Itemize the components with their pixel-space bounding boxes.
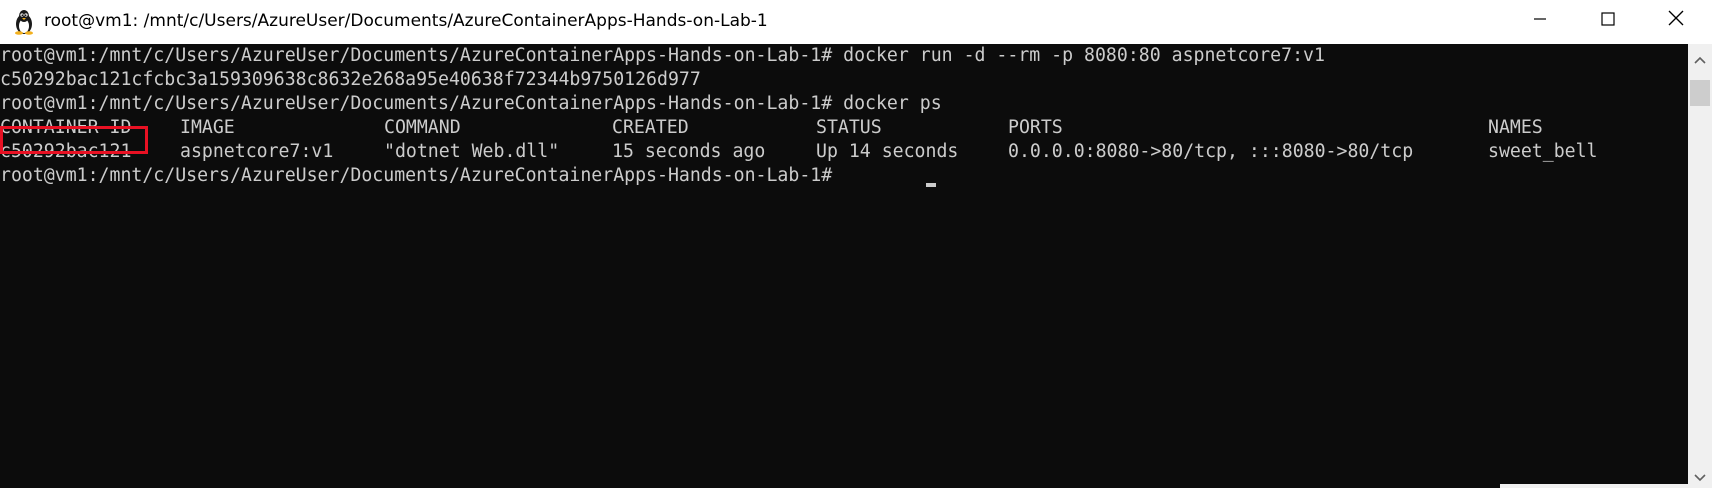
- ps-header-command: COMMAND: [384, 117, 461, 138]
- vertical-scrollbar[interactable]: [1688, 44, 1712, 488]
- window-title: root@vm1: /mnt/c/Users/AzureUser/Documen…: [44, 11, 768, 31]
- title-bar: root@vm1: /mnt/c/Users/AzureUser/Documen…: [0, 0, 1712, 44]
- terminal-line-docker-ps: root@vm1:/mnt/c/Users/AzureUser/Document…: [0, 93, 942, 114]
- terminal-cursor: [926, 183, 936, 187]
- minimize-icon: [1533, 11, 1547, 30]
- ps-cell-names: sweet_bell: [1488, 141, 1598, 162]
- maximize-button[interactable]: [1574, 0, 1642, 40]
- scroll-up-button[interactable]: [1688, 46, 1712, 70]
- ps-cell-command: "dotnet Web.dll": [384, 141, 560, 162]
- terminal-line-docker-run: root@vm1:/mnt/c/Users/AzureUser/Document…: [0, 45, 1325, 66]
- scrollbar-thumb[interactable]: [1690, 80, 1710, 106]
- container-id-highlight: [0, 126, 148, 154]
- ps-data-row: c50292bac121 aspnetcore7:v1 "dotnet Web.…: [0, 140, 1688, 164]
- linux-penguin-icon: [12, 9, 36, 35]
- scroll-down-button[interactable]: [1688, 464, 1712, 488]
- ps-header-ports: PORTS: [1008, 117, 1063, 138]
- terminal-prompt-line: root@vm1:/mnt/c/Users/AzureUser/Document…: [0, 165, 844, 186]
- bottom-edge-strip: [1500, 484, 1688, 488]
- close-button[interactable]: [1642, 0, 1710, 40]
- ps-header-image: IMAGE: [180, 117, 235, 138]
- minimize-button[interactable]: [1506, 0, 1574, 40]
- maximize-icon: [1601, 11, 1615, 30]
- ps-header-status: STATUS: [816, 117, 882, 138]
- ps-cell-image: aspnetcore7:v1: [180, 141, 334, 162]
- ps-header-names: NAMES: [1488, 117, 1543, 138]
- scroll-up-arrow-icon: [1694, 49, 1706, 68]
- scroll-down-arrow-icon: [1694, 467, 1706, 486]
- ps-cell-created: 15 seconds ago: [612, 141, 766, 162]
- terminal-line-container-hash: c50292bac121cfcbc3a159309638c8632e268a95…: [0, 69, 701, 90]
- ps-header-created: CREATED: [612, 117, 689, 138]
- ps-header-row: CONTAINER ID IMAGE COMMAND CREATED STATU…: [0, 116, 1688, 140]
- terminal-output[interactable]: root@vm1:/mnt/c/Users/AzureUser/Document…: [0, 44, 1688, 488]
- close-icon: [1668, 10, 1684, 30]
- ps-cell-status: Up 14 seconds: [816, 141, 959, 162]
- ps-cell-ports: 0.0.0.0:8080->80/tcp, :::8080->80/tcp: [1008, 141, 1414, 162]
